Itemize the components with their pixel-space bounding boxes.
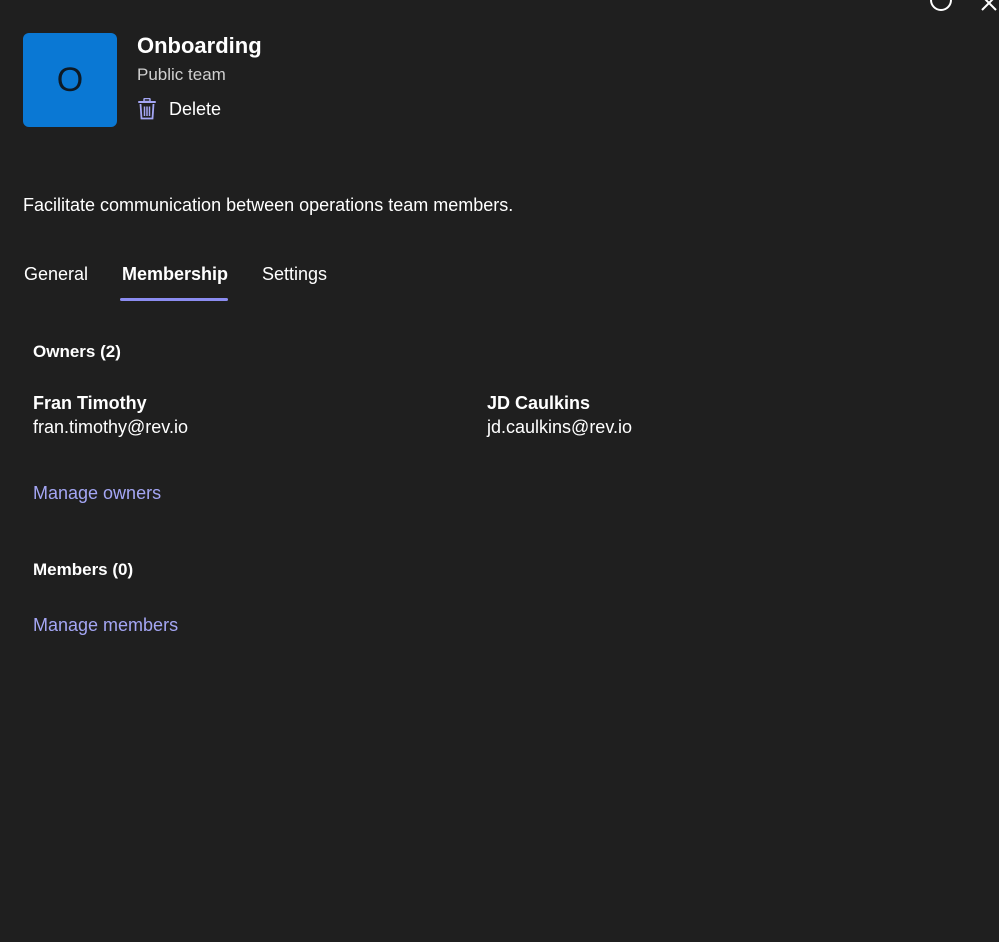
team-type: Public team (137, 65, 226, 84)
team-details-panel: O Onboarding Public team Delete Facilita… (0, 0, 999, 942)
team-avatar: O (23, 33, 117, 127)
owner-card: JD Caulkins jd.caulkins@rev.io (487, 392, 632, 440)
tab-membership[interactable]: Membership (120, 262, 230, 285)
circle-icon[interactable] (930, 0, 952, 11)
owner-email: fran.timothy@rev.io (33, 417, 188, 437)
manage-owners-link[interactable]: Manage owners (33, 483, 161, 504)
trash-icon (138, 98, 156, 120)
owner-card: Fran Timothy fran.timothy@rev.io (33, 392, 188, 440)
tab-general[interactable]: General (22, 262, 90, 285)
owners-heading: Owners (2) (33, 342, 121, 361)
delete-button[interactable]: Delete (137, 98, 221, 120)
owner-name: JD Caulkins (487, 393, 591, 413)
manage-members-link[interactable]: Manage members (33, 615, 178, 636)
members-heading: Members (0) (33, 560, 134, 579)
avatar-letter: O (56, 60, 84, 99)
delete-label: Delete (169, 98, 222, 119)
tab-settings[interactable]: Settings (260, 262, 329, 285)
close-icon[interactable] (980, 0, 998, 12)
team-name: Onboarding (137, 33, 262, 58)
team-description: Facilitate communication between operati… (23, 195, 514, 215)
active-tab-indicator (120, 298, 228, 301)
owner-name: Fran Timothy (33, 393, 147, 413)
tab-bar: General Membership Settings (0, 262, 999, 302)
owner-email: jd.caulkins@rev.io (487, 417, 632, 437)
